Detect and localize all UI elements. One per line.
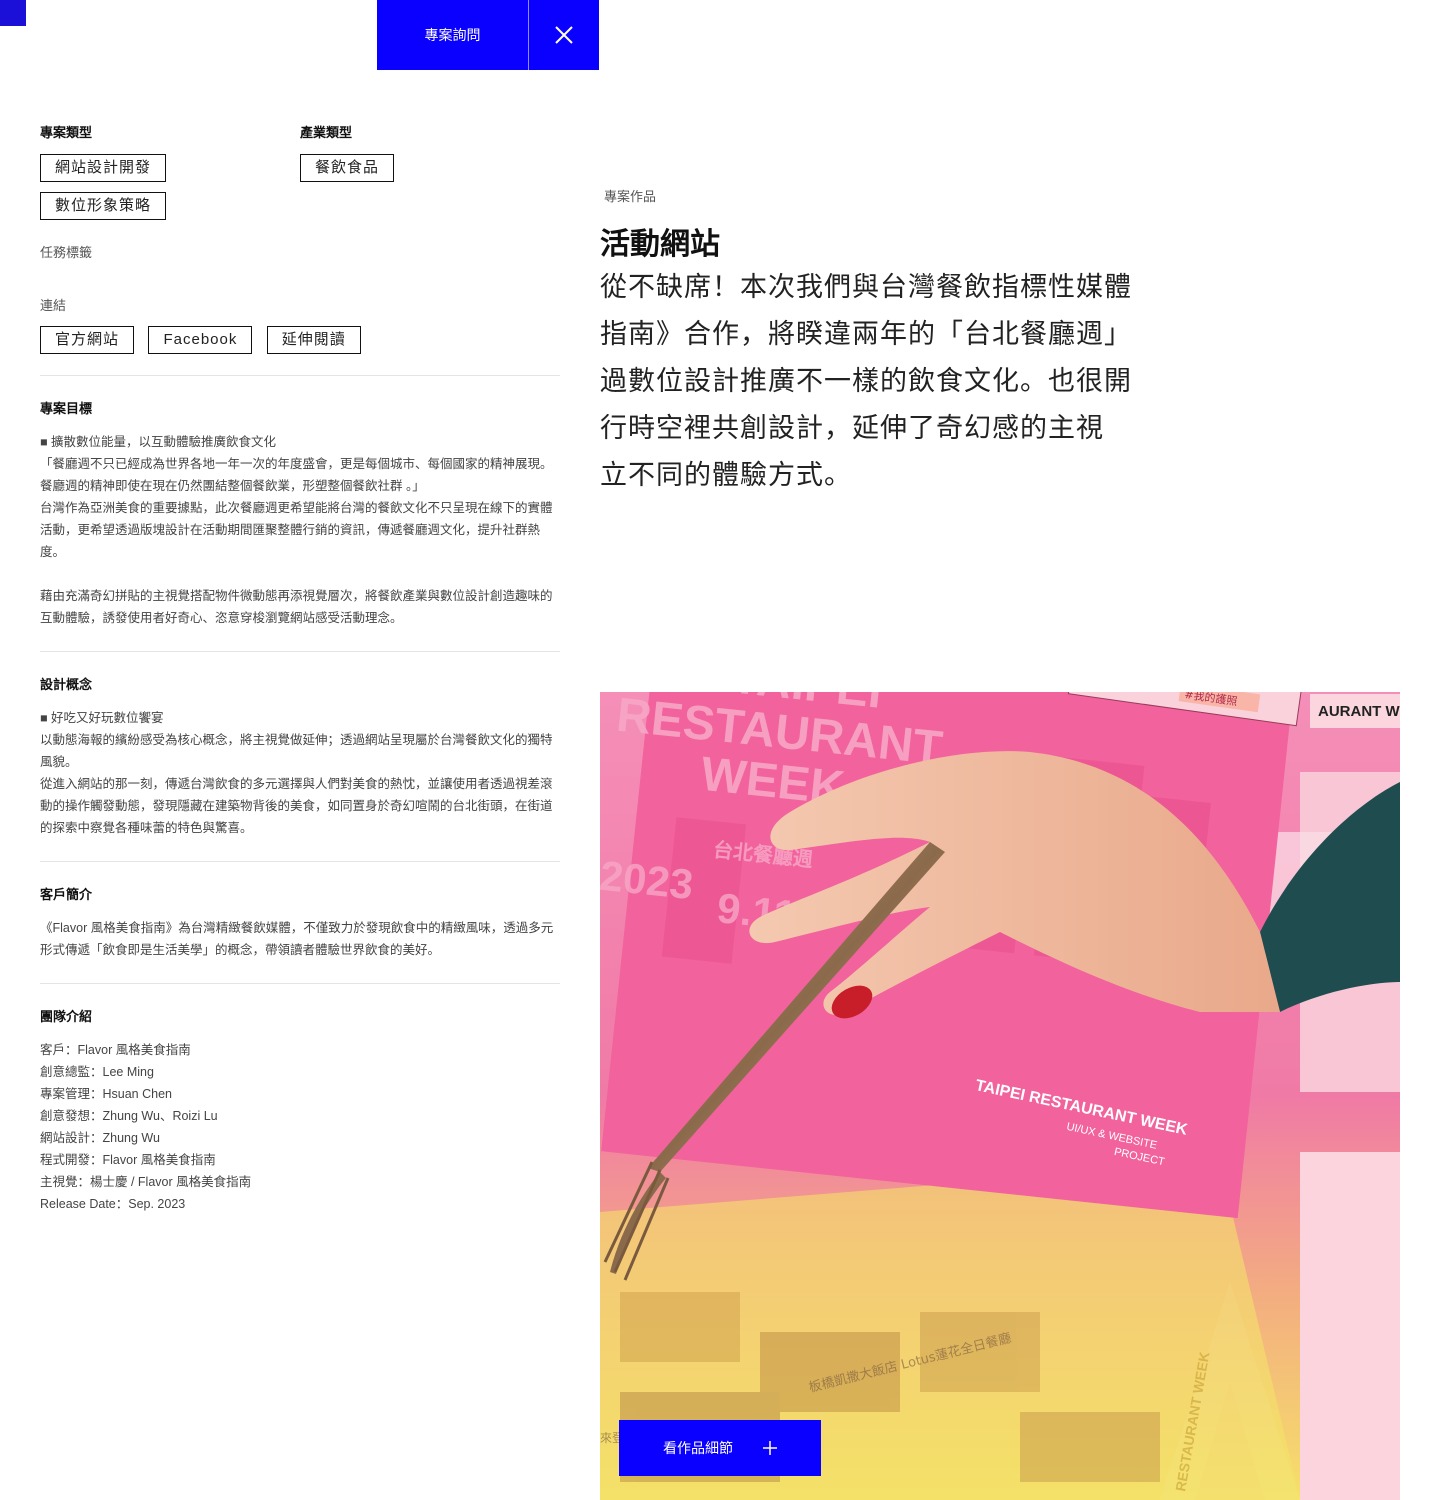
section-title: 設計概念 xyxy=(40,677,93,692)
work-lead-line: 行時空裡共創設計，延伸了奇幻感的主視 xyxy=(600,413,1104,443)
project-info-panel: 專案類型 網站設計開發 數位形象策略 產業類型 餐飲食品 任務標籤 連結 官方網… xyxy=(40,122,560,1237)
hero-image: TAIPEI RESTAURANT WEEK 2023 9.11— 台北餐廳週 … xyxy=(600,692,1400,1500)
team-line: 主視覺：楊士慶 / Flavor 風格美食指南 xyxy=(40,1175,252,1189)
work-eyebrow: 專案作品 xyxy=(604,189,657,204)
work-lead-line: 立不同的體驗方式。 xyxy=(600,460,852,490)
top-nav: 專案詢問 xyxy=(377,0,599,70)
team-section: 團隊介紹 客戶：Flavor 風格美食指南 創意總監：Lee Ming 專案管理… xyxy=(40,984,560,1237)
team-line: 創意發想：Zhung Wu、Roizi Lu xyxy=(40,1109,218,1123)
further-reading-link[interactable]: 延伸閱讀 xyxy=(266,326,361,354)
team-line: Release Date：Sep. 2023 xyxy=(40,1197,186,1211)
work-lead-line: 指南》合作，將睽違兩年的「台北餐廳週」 xyxy=(600,319,1132,349)
project-inquiry-button[interactable]: 專案詢問 xyxy=(377,0,528,70)
work-lead-line: 過數位設計推廣不一樣的飲食文化。也很開 xyxy=(600,366,1132,396)
task-tags-label: 任務標籤 xyxy=(40,245,93,260)
design-concept-section: 設計概念 ■ 好吃又好玩數位饗宴 以動態海報的繽紛感受為核心概念，將主視覺做延伸… xyxy=(40,652,560,861)
concept-paragraph: 以動態海報的繽紛感受為核心概念，將主視覺做延伸；透過網站呈現屬於台灣餐飲文化的獨… xyxy=(40,733,553,769)
work-lead-line: 從不缺席！本次我們與台灣餐飲指標性媒體 xyxy=(600,272,1132,302)
section-title: 團隊介紹 xyxy=(40,1009,93,1024)
brand-mark xyxy=(0,0,26,26)
project-type-label: 專案類型 xyxy=(40,125,93,140)
facebook-link[interactable]: Facebook xyxy=(148,326,253,354)
team-line: 程式開發：Flavor 風格美食指南 xyxy=(40,1153,216,1167)
project-goal-section: 專案目標 ■ 擴散數位能量，以互動體驗推廣飲食文化 「餐廳週不只已經成為世界各地… xyxy=(40,376,560,651)
view-details-label: 看作品細節 xyxy=(663,1440,733,1456)
goal-paragraph: 藉由充滿奇幻拼貼的主視覺搭配物件微動態再添視覺層次，將餐飲產業與數位設計創造趣味… xyxy=(40,589,553,625)
work-intro: 專案作品 活動網站 從不缺席！本次我們與台灣餐飲指標性媒體 指南》合作，將睽違兩… xyxy=(600,186,1160,498)
industry-tag: 餐飲食品 xyxy=(300,154,395,182)
goal-paragraph: 「餐廳週不只已經成為世界各地一年一次的年度盛會，更是每個城市、每個國家的精神展現… xyxy=(40,457,553,493)
official-site-link[interactable]: 官方網站 xyxy=(40,326,135,354)
project-type-tag: 網站設計開發 xyxy=(40,154,167,182)
concept-bullet: ■ 好吃又好玩數位饗宴 xyxy=(40,711,164,725)
team-line: 客戶：Flavor 風格美食指南 xyxy=(40,1043,191,1057)
close-icon xyxy=(555,26,573,44)
team-line: 創意總監：Lee Ming xyxy=(40,1065,154,1079)
section-title: 專案目標 xyxy=(40,401,93,416)
close-button[interactable] xyxy=(528,0,599,70)
side-banner-text: AURANT W xyxy=(1318,703,1400,720)
goal-bullet: ■ 擴散數位能量，以互動體驗推廣飲食文化 xyxy=(40,435,277,449)
team-line: 專案管理：Hsuan Chen xyxy=(40,1087,172,1101)
work-headline: 活動網站 xyxy=(600,228,720,261)
project-type-group: 專案類型 網站設計開發 數位形象策略 xyxy=(40,122,300,230)
plus-icon xyxy=(763,1441,777,1455)
links-label: 連結 xyxy=(40,298,67,313)
section-title: 客戶簡介 xyxy=(40,887,93,902)
client-section: 客戶簡介 《Flavor 風格美食指南》為台灣精緻餐飲媒體，不僅致力於發現飲食中… xyxy=(40,862,560,983)
restaurant-week-visual: TAIPEI RESTAURANT WEEK 2023 9.11— 台北餐廳週 … xyxy=(600,692,1400,1500)
view-details-button[interactable]: 看作品細節 xyxy=(619,1420,821,1476)
hero-year-text: 2023 xyxy=(600,852,695,909)
client-paragraph: 《Flavor 風格美食指南》為台灣精緻餐飲媒體，不僅致力於發現飲食中的精緻風味… xyxy=(40,921,554,957)
concept-paragraph: 從進入網站的那一刻，傳遞台灣飲食的多元選擇與人們對美食的熱忱，並讓使用者透過視差… xyxy=(40,777,553,835)
links-group: 官方網站 Facebook 延伸閱讀 xyxy=(40,326,560,364)
industry-label: 產業類型 xyxy=(300,125,353,140)
industry-group: 產業類型 餐飲食品 xyxy=(300,122,560,230)
project-type-tag: 數位形象策略 xyxy=(40,192,167,220)
goal-paragraph: 台灣作為亞洲美食的重要據點，此次餐廳週更希望能將台灣的餐飲文化不只呈現在線下的實… xyxy=(40,501,553,559)
team-line: 網站設計：Zhung Wu xyxy=(40,1131,160,1145)
